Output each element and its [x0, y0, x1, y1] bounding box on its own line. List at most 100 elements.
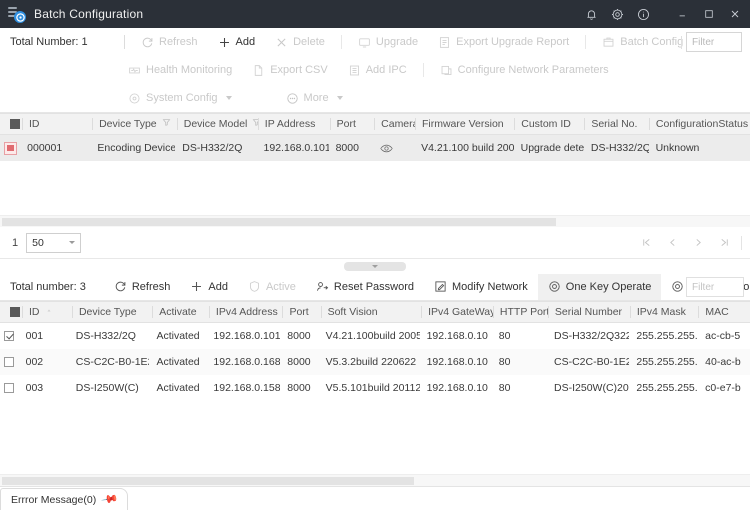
- scrollbar-thumb[interactable]: [2, 218, 556, 226]
- reset-password-label: Reset Password: [333, 280, 414, 293]
- col-device-type-header[interactable]: Device Type: [92, 113, 177, 135]
- refresh-icon: [114, 280, 127, 293]
- filter-placeholder: Filter: [692, 36, 715, 48]
- online-device-toolbar: Total number: 3 Refresh Add Active Reset…: [0, 273, 750, 301]
- col-port-header[interactable]: Port: [282, 301, 320, 323]
- col-ip-address-header[interactable]: IP Address: [257, 113, 330, 135]
- add-label: Add: [235, 36, 256, 48]
- col-activate-header[interactable]: Activate: [152, 301, 209, 323]
- info-icon[interactable]: [630, 0, 656, 28]
- system-config-button[interactable]: System Config: [118, 85, 242, 111]
- filter-input[interactable]: Filter: [686, 32, 742, 52]
- col-device-type-header[interactable]: Device Type: [71, 301, 152, 323]
- export-upgrade-report-button[interactable]: Export Upgrade Report: [428, 29, 579, 55]
- filter-funnel-icon[interactable]: [162, 118, 171, 130]
- cell-camera[interactable]: [373, 135, 414, 161]
- refresh-online-label: Refresh: [131, 280, 171, 293]
- notification-bell-icon[interactable]: [578, 0, 604, 28]
- table-row[interactable]: 001 DS-H332/2Q Activated 192.168.0.101 8…: [0, 323, 750, 349]
- row-checkbox[interactable]: [0, 323, 19, 349]
- error-flag-icon: [3, 141, 17, 155]
- online-filter-input[interactable]: Filter: [686, 277, 744, 297]
- activate-button[interactable]: Active: [238, 274, 306, 300]
- col-mac-header[interactable]: MAC: [698, 301, 750, 323]
- add-button-online[interactable]: Add: [180, 274, 238, 300]
- table-row[interactable]: 003 DS-I250W(C) Activated 192.168.0.158 …: [0, 375, 750, 401]
- col-serial-no-label: Serial No.: [591, 118, 638, 130]
- batch-config-logo-icon: [8, 5, 26, 23]
- scrollbar-thumb[interactable]: [2, 477, 414, 485]
- col-device-model-header[interactable]: Device Model: [176, 113, 258, 135]
- col-ipv4-mask-header[interactable]: IPv4 Mask: [629, 301, 698, 323]
- plus-icon: [190, 280, 203, 293]
- cell-soft-vision: V5.5.101build 201127: [325, 382, 420, 394]
- more-label: More: [303, 92, 329, 104]
- row-checkbox[interactable]: [0, 349, 19, 375]
- reset-password-button[interactable]: Reset Password: [306, 274, 424, 300]
- page-size-select[interactable]: 50: [26, 232, 82, 253]
- toolbar-separator: [124, 35, 125, 49]
- col-ipv4-gateway-header[interactable]: IPv4 GateWay: [421, 301, 493, 323]
- cell-serial-number: CS-C2C-B0-1E2...: [554, 356, 630, 368]
- delete-button[interactable]: Delete: [265, 29, 335, 55]
- refresh-button[interactable]: Refresh: [131, 29, 208, 55]
- col-id-header[interactable]: ID: [22, 301, 72, 323]
- health-monitoring-label: Health Monitoring: [146, 64, 233, 76]
- panel-splitter[interactable]: [0, 259, 750, 273]
- add-button[interactable]: Add: [208, 29, 266, 55]
- next-page-button[interactable]: [685, 232, 711, 254]
- col-custom-id-header[interactable]: Custom ID: [514, 113, 584, 135]
- col-id-header[interactable]: ID: [22, 113, 92, 135]
- online-table-hscrollbar[interactable]: [0, 474, 750, 486]
- close-button[interactable]: [722, 0, 748, 28]
- export-csv-button[interactable]: Export CSV: [242, 57, 337, 83]
- filter-separator: [681, 36, 682, 49]
- error-message-tab[interactable]: Errror Message(0) 📌: [0, 488, 128, 510]
- file-export-icon: [252, 64, 265, 77]
- add-ipc-button[interactable]: Add IPC: [338, 57, 417, 83]
- more-button[interactable]: More: [276, 85, 353, 111]
- health-monitoring-button[interactable]: Health Monitoring: [118, 57, 242, 83]
- title-bar: Batch Configuration: [0, 0, 750, 28]
- cell-soft-vision: V5.3.2build 220622: [325, 356, 417, 368]
- device-table-hscrollbar[interactable]: [0, 215, 750, 227]
- sort-arrow-icon[interactable]: [45, 306, 53, 318]
- table-row[interactable]: 000001 Encoding Device DS-H332/2Q 192.16…: [0, 135, 750, 161]
- one-key-operate-button[interactable]: One Key Operate: [537, 273, 662, 300]
- prev-page-button[interactable]: [659, 232, 685, 254]
- col-soft-vision-header[interactable]: Soft Vision: [320, 301, 421, 323]
- col-camera-header[interactable]: Camera: [374, 113, 415, 135]
- table-row[interactable]: 002 CS-C2C-B0-1E2WF Activated 192.168.0.…: [0, 349, 750, 375]
- col-http-port-header[interactable]: HTTP Port: [492, 301, 548, 323]
- col-firmware-version-header[interactable]: Firmware Version: [414, 113, 514, 135]
- first-page-button[interactable]: [633, 232, 659, 254]
- settings-gear-icon[interactable]: [604, 0, 630, 28]
- activate-label: Active: [265, 280, 296, 293]
- toolbar-separator: [585, 35, 587, 49]
- configure-network-parameters-button[interactable]: Configure Network Parameters: [430, 57, 619, 83]
- system-config-label: System Config: [146, 92, 218, 104]
- last-page-button[interactable]: [711, 232, 737, 254]
- minimize-button[interactable]: [670, 0, 696, 28]
- cell-ipv4-address: 192.168.0.168: [213, 356, 281, 368]
- modify-network-button[interactable]: Modify Network: [424, 274, 538, 300]
- one-key-operate-label: One Key Operate: [565, 280, 652, 293]
- col-port-header[interactable]: Port: [329, 113, 374, 135]
- refresh-button-online[interactable]: Refresh: [104, 274, 181, 300]
- shield-icon: [248, 280, 261, 293]
- upgrade-button[interactable]: Upgrade: [348, 29, 428, 55]
- col-ipv4-address-header[interactable]: IPv4 Address: [208, 301, 283, 323]
- cell-activate: Activated: [156, 356, 200, 368]
- batch-config-button[interactable]: Batch Config: [592, 29, 693, 55]
- device-select-all-checkbox[interactable]: [0, 113, 22, 135]
- col-serial-number-header[interactable]: Serial Number: [547, 301, 630, 323]
- row-checkbox[interactable]: [0, 375, 19, 401]
- panel-splitter-handle[interactable]: [344, 261, 406, 271]
- row-error-flag[interactable]: [0, 135, 20, 161]
- online-select-all-checkbox[interactable]: [0, 301, 22, 323]
- col-configuration-status-header[interactable]: ConfigurationStatus: [648, 113, 750, 135]
- col-serial-no-header[interactable]: Serial No.: [584, 113, 649, 135]
- cell-http-port: 80: [498, 330, 511, 342]
- maximize-button[interactable]: [696, 0, 722, 28]
- pin-icon[interactable]: 📌: [101, 490, 120, 509]
